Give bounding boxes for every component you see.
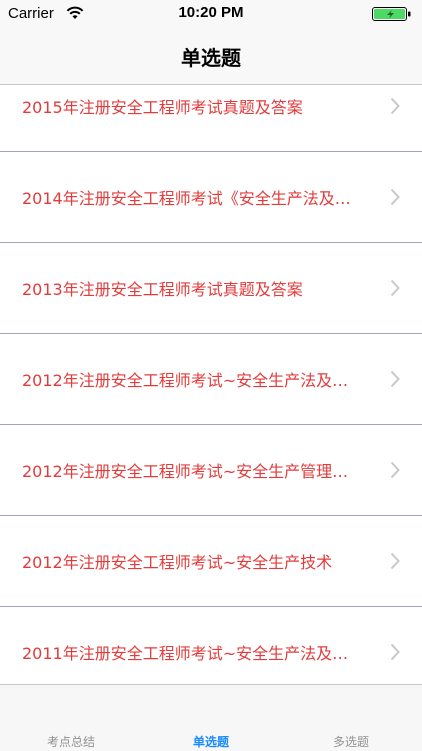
page-title: 单选题 [181, 46, 241, 70]
list-item[interactable]: 2011年注册安全工程师考试~安全生产法及… [0, 607, 422, 684]
list-item-title: 2015年注册安全工程师考试真题及答案 [22, 98, 303, 117]
list-item[interactable]: 2015年注册安全工程师考试真题及答案 [0, 85, 422, 152]
list-item-title: 2012年注册安全工程师考试~安全生产法及… [22, 371, 349, 390]
chevron-right-icon [390, 97, 400, 115]
list-item[interactable]: 2012年注册安全工程师考试~安全生产技术 [0, 516, 422, 607]
question-set-list[interactable]: 2015年注册安全工程师考试真题及答案 2014年注册安全工程师考试《安全生产法… [0, 85, 422, 684]
navigation-bar: 单选题 [0, 28, 422, 85]
tab-multiple-choice[interactable]: 多选题 [291, 733, 411, 750]
status-bar: Carrier 10:20 PM [0, 0, 422, 28]
list-item-title: 2011年注册安全工程师考试~安全生产法及… [22, 644, 349, 663]
chevron-right-icon [390, 461, 400, 479]
tab-key-points[interactable]: 考点总结 [11, 733, 131, 750]
list-item-title: 2012年注册安全工程师考试~安全生产技术 [22, 553, 333, 572]
battery-icon [372, 7, 411, 21]
chevron-right-icon [390, 188, 400, 206]
list-item[interactable]: 2014年注册安全工程师考试《安全生产法及… [0, 152, 422, 243]
list-item[interactable]: 2012年注册安全工程师考试~安全生产法及… [0, 334, 422, 425]
chevron-right-icon [390, 279, 400, 297]
list-item-title: 2013年注册安全工程师考试真题及答案 [22, 280, 303, 299]
chevron-right-icon [390, 552, 400, 570]
tab-bar: 考点总结 单选题 多选题 [0, 684, 422, 751]
list-item[interactable]: 2012年注册安全工程师考试~安全生产管理… [0, 425, 422, 516]
list-item[interactable]: 2013年注册安全工程师考试真题及答案 [0, 243, 422, 334]
chevron-right-icon [390, 643, 400, 661]
status-time: 10:20 PM [178, 4, 244, 21]
list-item-title: 2014年注册安全工程师考试《安全生产法及… [22, 189, 351, 208]
chevron-right-icon [390, 370, 400, 388]
list-item-title: 2012年注册安全工程师考试~安全生产管理… [22, 462, 349, 481]
tab-single-choice[interactable]: 单选题 [151, 733, 271, 750]
